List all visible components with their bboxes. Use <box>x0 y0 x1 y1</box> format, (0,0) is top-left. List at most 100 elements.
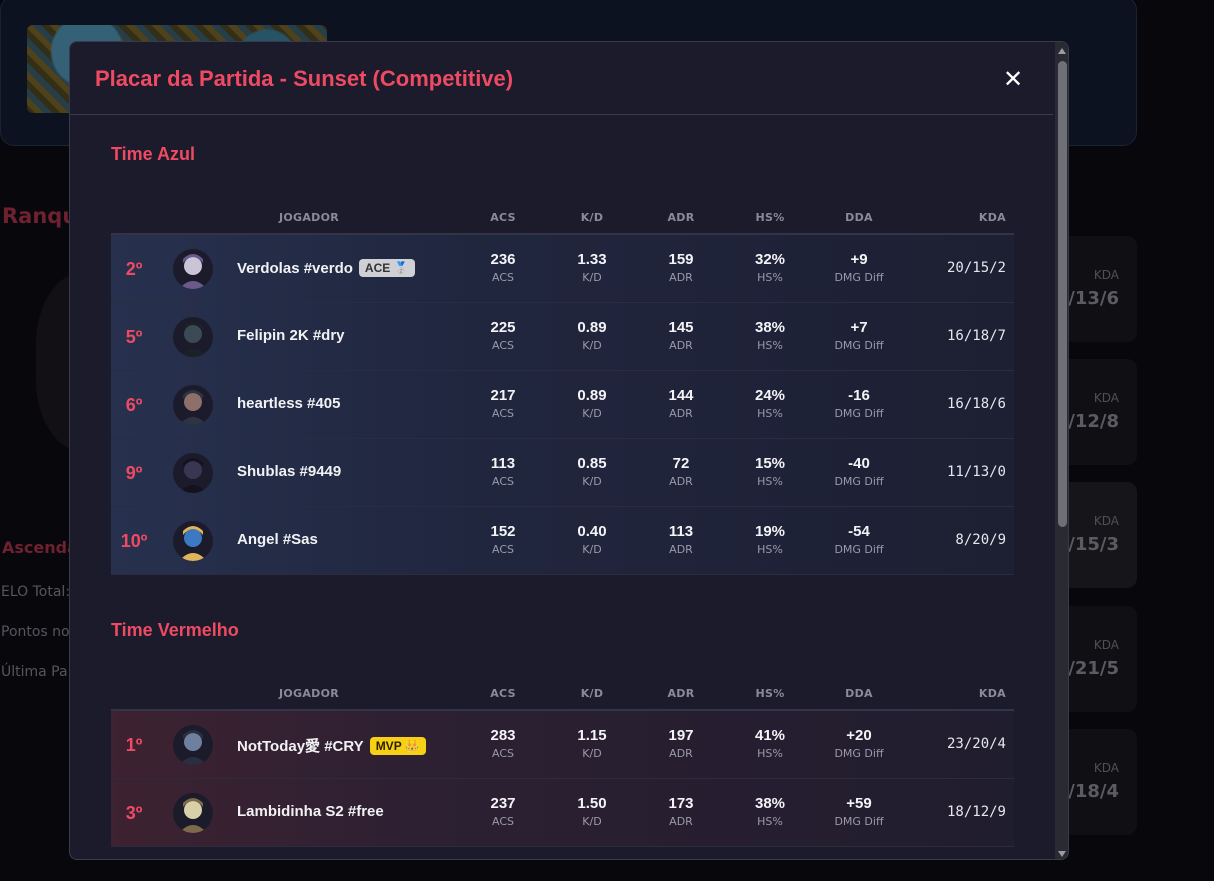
player-name[interactable]: Shublas #9449 <box>237 463 341 480</box>
col-adr[interactable]: ADR <box>641 687 721 700</box>
stat-kd: 0.85 K/D <box>552 455 632 488</box>
team-rows: 1º NotToday愛 #CRY MVP 👑 283 ACS 1.15 K/D … <box>111 711 1014 847</box>
stat-hs-label: HS% <box>757 339 783 352</box>
col-dda[interactable]: DDA <box>819 211 899 224</box>
background-match-card[interactable]: KDA 5/21/5 <box>1056 606 1137 712</box>
scroll-down-icon[interactable] <box>1058 851 1066 857</box>
stat-adr: 144 ADR <box>641 387 721 420</box>
stat-dda-label: DMG Diff <box>834 815 884 828</box>
stat-hs-value: 19% <box>754 523 786 540</box>
agent-avatar <box>173 385 213 425</box>
stat-dda-value: +7 <box>850 319 868 336</box>
stat-dda-value: -54 <box>848 523 870 540</box>
stat-acs: 152 ACS <box>463 523 543 556</box>
stat-dda-value: +20 <box>846 727 872 744</box>
background-match-card[interactable]: KDA 4/15/3 <box>1056 482 1137 588</box>
player-name-text: Felipin 2K #dry <box>237 327 345 344</box>
team-red-table: JOGADOR ACS K/D ADR HS% DDA KDA 1º NotTo… <box>111 666 1014 847</box>
stat-adr: 72 ADR <box>641 455 721 488</box>
ace-badge: ACE 🥈 <box>358 259 415 277</box>
col-player[interactable]: JOGADOR <box>259 211 359 224</box>
player-name[interactable]: NotToday愛 #CRY MVP 👑 <box>237 735 426 756</box>
col-kd[interactable]: K/D <box>552 211 632 224</box>
stat-adr-label: ADR <box>669 339 693 352</box>
stat-hs-value: 38% <box>754 795 786 812</box>
stat-adr-label: ADR <box>669 271 693 284</box>
kda-label: KDA <box>1093 514 1119 528</box>
background-match-card[interactable]: KDA 1/13/6 <box>1056 236 1137 342</box>
player-kda: 16/18/6 <box>946 396 1006 412</box>
background-match-card[interactable]: KDA 5/18/4 <box>1056 729 1137 835</box>
stat-dda: -40 DMG Diff <box>819 455 899 488</box>
col-kda[interactable]: KDA <box>979 211 1006 224</box>
col-hs[interactable]: HS% <box>730 687 810 700</box>
agent-avatar <box>173 521 213 561</box>
scrollbar[interactable] <box>1055 42 1068 859</box>
player-row[interactable]: 2º Verdolas #verdo ACE 🥈 236 ACS 1.33 K/D… <box>111 235 1014 303</box>
player-row[interactable]: 6º heartless #405 217 ACS 0.89 K/D 144 A… <box>111 371 1014 439</box>
stat-adr-value: 159 <box>668 251 694 268</box>
stat-acs-label: ACS <box>492 407 514 420</box>
player-row[interactable]: 3º Lambidinha S2 #free 237 ACS 1.50 K/D … <box>111 779 1014 847</box>
stat-acs-value: 217 <box>490 387 516 404</box>
col-kda[interactable]: KDA <box>979 687 1006 700</box>
col-player[interactable]: JOGADOR <box>259 687 359 700</box>
stat-acs-value: 237 <box>490 795 516 812</box>
modal-title: Placar da Partida - Sunset (Competitive) <box>95 66 514 91</box>
col-adr[interactable]: ADR <box>641 211 721 224</box>
table-header: JOGADOR ACS K/D ADR HS% DDA KDA <box>111 666 1014 711</box>
stat-acs-label: ACS <box>492 339 514 352</box>
stat-kd-value: 1.33 <box>577 251 607 268</box>
stat-hs: 38% HS% <box>730 319 810 352</box>
scrollbar-thumb[interactable] <box>1058 61 1067 527</box>
stat-acs-label: ACS <box>492 747 514 760</box>
stat-adr-value: 144 <box>668 387 694 404</box>
agent-avatar <box>173 249 213 289</box>
stat-adr-value: 173 <box>668 795 694 812</box>
player-name[interactable]: Lambidinha S2 #free <box>237 803 384 820</box>
stat-acs: 283 ACS <box>463 727 543 760</box>
stat-hs-label: HS% <box>757 543 783 556</box>
scoreboard-modal: Placar da Partida - Sunset (Competitive)… <box>69 41 1069 860</box>
kda-label: KDA <box>1093 268 1119 282</box>
stat-kd-label: K/D <box>582 271 602 284</box>
stat-kd: 1.15 K/D <box>552 727 632 760</box>
stat-adr-label: ADR <box>669 543 693 556</box>
player-row[interactable]: 10º Angel #Sas 152 ACS 0.40 K/D 113 ADR … <box>111 507 1014 575</box>
kda-label: KDA <box>1093 391 1119 405</box>
col-hs[interactable]: HS% <box>730 211 810 224</box>
stat-kd-value: 0.40 <box>577 523 607 540</box>
player-row[interactable]: 5º Felipin 2K #dry 225 ACS 0.89 K/D 145 … <box>111 303 1014 371</box>
stat-adr: 159 ADR <box>641 251 721 284</box>
player-kda: 23/20/4 <box>946 736 1006 752</box>
background-stat-last: Última Pa <box>1 664 68 680</box>
stat-acs-label: ACS <box>492 543 514 556</box>
stat-acs: 113 ACS <box>463 455 543 488</box>
stat-dda-value: +9 <box>850 251 868 268</box>
team-blue-title: Time Azul <box>111 144 196 164</box>
player-name[interactable]: Angel #Sas <box>237 531 318 548</box>
player-name-text: Shublas #9449 <box>237 463 342 480</box>
stat-hs-value: 41% <box>754 727 786 744</box>
stat-acs: 225 ACS <box>463 319 543 352</box>
player-name-text: NotToday愛 #CRY <box>237 738 364 755</box>
player-name[interactable]: Felipin 2K #dry <box>237 327 345 344</box>
col-acs[interactable]: ACS <box>463 211 543 224</box>
player-name[interactable]: Verdolas #verdo ACE 🥈 <box>237 259 415 277</box>
stat-dda: -54 DMG Diff <box>819 523 899 556</box>
player-rank: 10º <box>120 531 148 551</box>
stat-hs: 15% HS% <box>730 455 810 488</box>
col-acs[interactable]: ACS <box>463 687 543 700</box>
player-rank: 9º <box>125 463 143 483</box>
col-dda[interactable]: DDA <box>819 687 899 700</box>
player-name[interactable]: heartless #405 <box>237 395 340 412</box>
stat-kd-label: K/D <box>582 339 602 352</box>
col-kd[interactable]: K/D <box>552 687 632 700</box>
stat-adr-label: ADR <box>669 407 693 420</box>
player-rank: 3º <box>125 803 143 823</box>
player-row[interactable]: 9º Shublas #9449 113 ACS 0.85 K/D 72 ADR… <box>111 439 1014 507</box>
scroll-up-icon[interactable] <box>1058 48 1066 54</box>
player-row[interactable]: 1º NotToday愛 #CRY MVP 👑 283 ACS 1.15 K/D … <box>111 711 1014 779</box>
close-icon[interactable]: ✕ <box>998 64 1028 94</box>
background-match-card[interactable]: KDA 2/12/8 <box>1056 359 1137 465</box>
